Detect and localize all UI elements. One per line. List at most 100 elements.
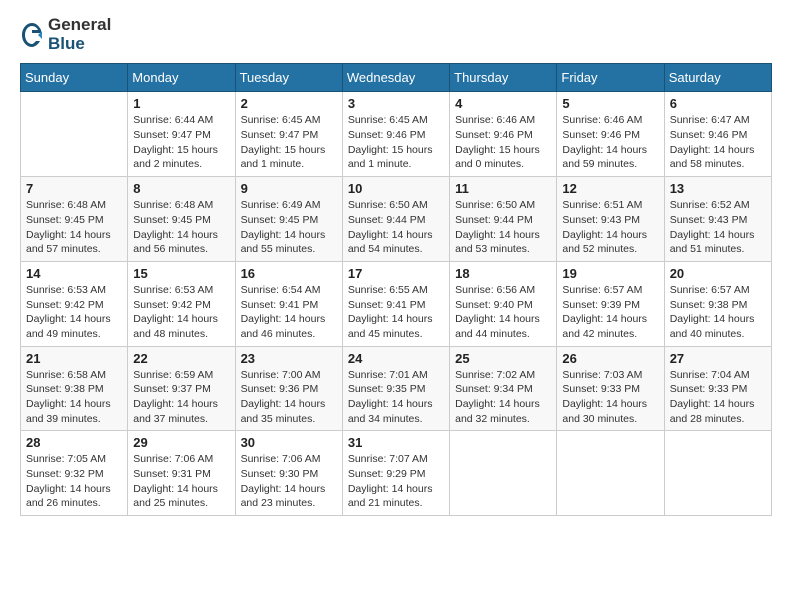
calendar-week-row: 1 Sunrise: 6:44 AMSunset: 9:47 PMDaylight… xyxy=(21,92,772,177)
day-info: Sunrise: 6:45 AMSunset: 9:47 PMDaylight:… xyxy=(241,113,337,172)
calendar-cell xyxy=(21,92,128,177)
day-number: 30 xyxy=(241,435,337,450)
day-info: Sunrise: 7:07 AMSunset: 9:29 PMDaylight:… xyxy=(348,452,444,511)
calendar-week-row: 7 Sunrise: 6:48 AMSunset: 9:45 PMDaylight… xyxy=(21,177,772,262)
calendar-cell: 27 Sunrise: 7:04 AMSunset: 9:33 PMDayligh… xyxy=(664,346,771,431)
day-number: 23 xyxy=(241,351,337,366)
weekday-header-row: SundayMondayTuesdayWednesdayThursdayFrid… xyxy=(21,64,772,92)
calendar-cell: 2 Sunrise: 6:45 AMSunset: 9:47 PMDaylight… xyxy=(235,92,342,177)
calendar-cell: 28 Sunrise: 7:05 AMSunset: 9:32 PMDayligh… xyxy=(21,431,128,516)
calendar-cell xyxy=(664,431,771,516)
weekday-header-wednesday: Wednesday xyxy=(342,64,449,92)
calendar-cell: 14Sunrise: 6:53 AMSunset: 9:42 PMDayligh… xyxy=(21,261,128,346)
day-info: Sunrise: 6:53 AMSunset: 9:42 PMDaylight:… xyxy=(133,283,229,342)
day-number: 12 xyxy=(562,181,658,196)
calendar-cell: 6Sunrise: 6:47 AMSunset: 9:46 PMDaylight… xyxy=(664,92,771,177)
logo-icon xyxy=(20,21,44,49)
calendar-cell: 23 Sunrise: 7:00 AMSunset: 9:36 PMDayligh… xyxy=(235,346,342,431)
day-info: Sunrise: 6:48 AMSunset: 9:45 PMDaylight:… xyxy=(133,198,229,257)
day-number: 9 xyxy=(241,181,337,196)
day-number: 29 xyxy=(133,435,229,450)
day-info: Sunrise: 6:56 AMSunset: 9:40 PMDaylight:… xyxy=(455,283,551,342)
calendar-cell: 29 Sunrise: 7:06 AMSunset: 9:31 PMDayligh… xyxy=(128,431,235,516)
calendar-cell: 4 Sunrise: 6:46 AMSunset: 9:46 PMDaylight… xyxy=(450,92,557,177)
calendar-cell: 5Sunrise: 6:46 AMSunset: 9:46 PMDaylight… xyxy=(557,92,664,177)
calendar-cell: 16Sunrise: 6:54 AMSunset: 9:41 PMDayligh… xyxy=(235,261,342,346)
day-info: Sunrise: 6:52 AMSunset: 9:43 PMDaylight:… xyxy=(670,198,766,257)
day-number: 18 xyxy=(455,266,551,281)
weekday-header-thursday: Thursday xyxy=(450,64,557,92)
day-info: Sunrise: 6:50 AMSunset: 9:44 PMDaylight:… xyxy=(348,198,444,257)
day-number: 13 xyxy=(670,181,766,196)
calendar-cell: 24Sunrise: 7:01 AMSunset: 9:35 PMDayligh… xyxy=(342,346,449,431)
calendar-cell: 26Sunrise: 7:03 AMSunset: 9:33 PMDayligh… xyxy=(557,346,664,431)
day-number: 10 xyxy=(348,181,444,196)
day-number: 17 xyxy=(348,266,444,281)
day-info: Sunrise: 7:06 AMSunset: 9:30 PMDaylight:… xyxy=(241,452,337,511)
day-number: 27 xyxy=(670,351,766,366)
day-number: 21 xyxy=(26,351,122,366)
calendar-week-row: 28 Sunrise: 7:05 AMSunset: 9:32 PMDayligh… xyxy=(21,431,772,516)
day-info: Sunrise: 6:55 AMSunset: 9:41 PMDaylight:… xyxy=(348,283,444,342)
day-number: 25 xyxy=(455,351,551,366)
calendar-cell: 3Sunrise: 6:45 AMSunset: 9:46 PMDaylight… xyxy=(342,92,449,177)
day-number: 20 xyxy=(670,266,766,281)
day-number: 22 xyxy=(133,351,229,366)
day-number: 4 xyxy=(455,96,551,111)
day-number: 28 xyxy=(26,435,122,450)
weekday-header-saturday: Saturday xyxy=(664,64,771,92)
logo-text: General Blue xyxy=(48,16,111,53)
calendar-cell xyxy=(450,431,557,516)
day-info: Sunrise: 6:57 AMSunset: 9:38 PMDaylight:… xyxy=(670,283,766,342)
calendar-cell: 15 Sunrise: 6:53 AMSunset: 9:42 PMDayligh… xyxy=(128,261,235,346)
day-info: Sunrise: 6:50 AMSunset: 9:44 PMDaylight:… xyxy=(455,198,551,257)
calendar-cell: 12 Sunrise: 6:51 AMSunset: 9:43 PMDayligh… xyxy=(557,177,664,262)
logo: General Blue xyxy=(20,16,111,53)
day-info: Sunrise: 7:00 AMSunset: 9:36 PMDaylight:… xyxy=(241,368,337,427)
day-info: Sunrise: 7:05 AMSunset: 9:32 PMDaylight:… xyxy=(26,452,122,511)
day-number: 2 xyxy=(241,96,337,111)
day-info: Sunrise: 7:06 AMSunset: 9:31 PMDaylight:… xyxy=(133,452,229,511)
day-number: 7 xyxy=(26,181,122,196)
calendar-cell: 25 Sunrise: 7:02 AMSunset: 9:34 PMDayligh… xyxy=(450,346,557,431)
day-number: 15 xyxy=(133,266,229,281)
calendar-cell: 8 Sunrise: 6:48 AMSunset: 9:45 PMDaylight… xyxy=(128,177,235,262)
day-info: Sunrise: 7:02 AMSunset: 9:34 PMDaylight:… xyxy=(455,368,551,427)
day-info: Sunrise: 7:04 AMSunset: 9:33 PMDaylight:… xyxy=(670,368,766,427)
day-number: 1 xyxy=(133,96,229,111)
day-number: 8 xyxy=(133,181,229,196)
day-number: 14 xyxy=(26,266,122,281)
weekday-header-tuesday: Tuesday xyxy=(235,64,342,92)
weekday-header-sunday: Sunday xyxy=(21,64,128,92)
day-number: 11 xyxy=(455,181,551,196)
calendar-cell: 17 Sunrise: 6:55 AMSunset: 9:41 PMDayligh… xyxy=(342,261,449,346)
calendar-cell: 18 Sunrise: 6:56 AMSunset: 9:40 PMDayligh… xyxy=(450,261,557,346)
day-number: 5 xyxy=(562,96,658,111)
day-info: Sunrise: 6:45 AMSunset: 9:46 PMDaylight:… xyxy=(348,113,444,172)
calendar-cell: 1 Sunrise: 6:44 AMSunset: 9:47 PMDaylight… xyxy=(128,92,235,177)
day-info: Sunrise: 6:44 AMSunset: 9:47 PMDaylight:… xyxy=(133,113,229,172)
calendar-week-row: 21Sunrise: 6:58 AMSunset: 9:38 PMDayligh… xyxy=(21,346,772,431)
calendar-cell: 20 Sunrise: 6:57 AMSunset: 9:38 PMDayligh… xyxy=(664,261,771,346)
calendar-cell: 9 Sunrise: 6:49 AMSunset: 9:45 PMDaylight… xyxy=(235,177,342,262)
calendar-cell: 11 Sunrise: 6:50 AMSunset: 9:44 PMDayligh… xyxy=(450,177,557,262)
weekday-header-monday: Monday xyxy=(128,64,235,92)
day-number: 31 xyxy=(348,435,444,450)
day-info: Sunrise: 6:46 AMSunset: 9:46 PMDaylight:… xyxy=(455,113,551,172)
calendar-cell: 19Sunrise: 6:57 AMSunset: 9:39 PMDayligh… xyxy=(557,261,664,346)
day-info: Sunrise: 6:51 AMSunset: 9:43 PMDaylight:… xyxy=(562,198,658,257)
day-number: 24 xyxy=(348,351,444,366)
day-info: Sunrise: 6:54 AMSunset: 9:41 PMDaylight:… xyxy=(241,283,337,342)
page-header: General Blue xyxy=(20,16,772,53)
calendar-cell: 13 Sunrise: 6:52 AMSunset: 9:43 PMDayligh… xyxy=(664,177,771,262)
calendar-week-row: 14 Sunrise: 6:53 AMSunset: 9:42 PMDayligh… xyxy=(21,261,772,346)
day-info: Sunrise: 7:03 AMSunset: 9:33 PMDaylight:… xyxy=(562,368,658,427)
day-number: 19 xyxy=(562,266,658,281)
calendar-cell: 30 Sunrise: 7:06 AMSunset: 9:30 PMDayligh… xyxy=(235,431,342,516)
day-info: Sunrise: 6:49 AMSunset: 9:45 PMDaylight:… xyxy=(241,198,337,257)
calendar-cell: 31 Sunrise: 7:07 AMSunset: 9:29 PMDayligh… xyxy=(342,431,449,516)
day-number: 6 xyxy=(670,96,766,111)
calendar-cell xyxy=(557,431,664,516)
calendar-table: SundayMondayTuesdayWednesdayThursdayFrid… xyxy=(20,63,772,516)
calendar-cell: 22Sunrise: 6:59 AMSunset: 9:37 PMDayligh… xyxy=(128,346,235,431)
